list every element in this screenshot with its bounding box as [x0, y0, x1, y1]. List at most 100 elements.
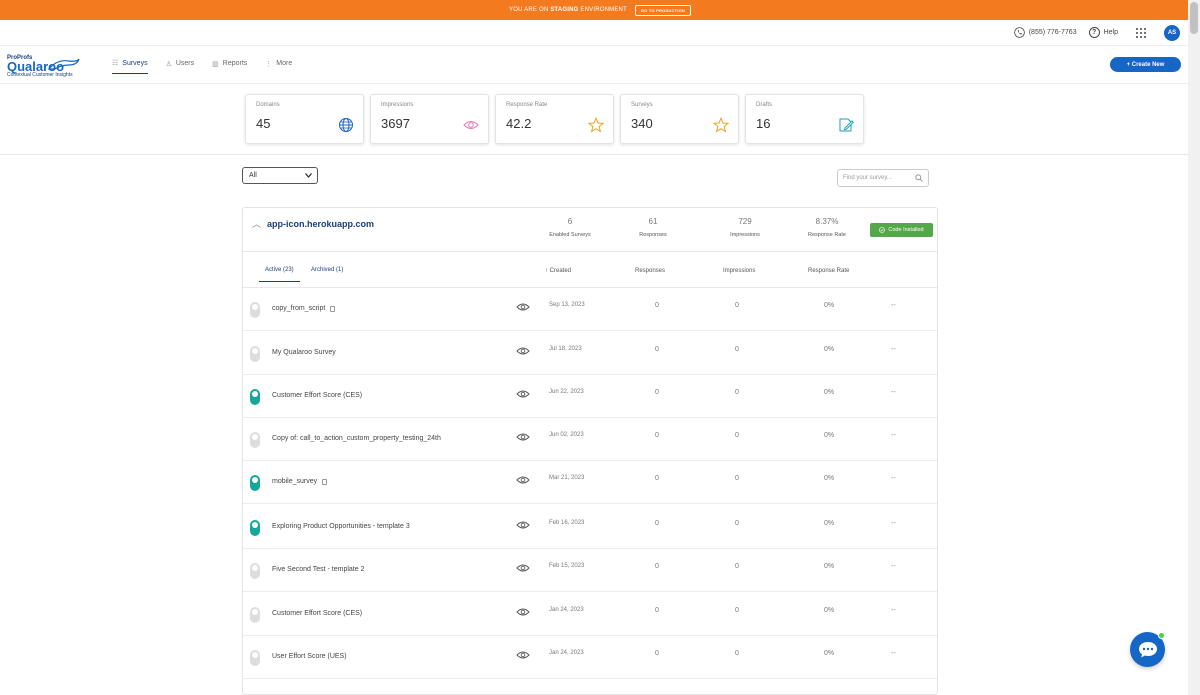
survey-name-link[interactable]: copy_from_script	[272, 305, 336, 312]
nav-reports-label: Reports	[222, 60, 248, 67]
stat-card-impressions[interactable]: Impressions 3697	[370, 94, 489, 144]
code-installed-label: Code Installed	[888, 227, 924, 233]
nav-users[interactable]: ♙ Users	[166, 59, 195, 74]
nav-surveys[interactable]: ☷ Surveys	[112, 59, 148, 74]
eye-icon[interactable]	[516, 607, 530, 617]
domain-responses: 61 Responses	[613, 217, 693, 238]
survey-extra-value: --	[891, 607, 896, 614]
survey-name-link[interactable]: Customer Effort Score (CES)	[272, 610, 362, 617]
table-row[interactable]: Copy of: call_to_action_custom_property_…	[243, 418, 937, 461]
nav-more[interactable]: ⋮ More	[265, 59, 292, 74]
copy-icon[interactable]	[322, 478, 328, 485]
stat-card-domains[interactable]: Domains 45	[245, 94, 364, 144]
impressions-count: 729	[738, 217, 752, 226]
survey-name-link[interactable]: Five Second Test - template 2	[272, 566, 364, 573]
eye-icon[interactable]	[516, 520, 530, 530]
page-scrollbar[interactable]	[1188, 0, 1200, 695]
chat-widget-button[interactable]	[1130, 632, 1165, 667]
go-to-production-button[interactable]: GO TO PRODUCTION	[634, 4, 691, 16]
responses-count: 61	[648, 217, 658, 226]
survey-name-link[interactable]: Customer Effort Score (CES)	[272, 392, 362, 399]
response-rate-value: 8.37%	[815, 217, 839, 226]
avatar[interactable]: AS	[1164, 24, 1180, 41]
survey-responses: 0	[655, 520, 659, 527]
eye-icon[interactable]	[516, 650, 530, 660]
code-installed-badge[interactable]: Code Installed	[870, 223, 933, 237]
stat-card-response-rate[interactable]: Response Rate 42.2	[495, 94, 614, 144]
logo[interactable]: ProProfs Qualaroo Contextual Customer In…	[7, 55, 87, 78]
survey-impressions: 0	[735, 432, 739, 439]
response-rate-label: Response Rate	[808, 232, 846, 238]
survey-extra-value: --	[891, 389, 896, 396]
table-row[interactable]: Customer Effort Score (CES) Jun 22, 2023 0…	[243, 375, 937, 418]
eye-icon[interactable]	[516, 432, 530, 442]
table-row[interactable]: User Effort Score (UES) Jan 24, 2023 0 0 0% -…	[243, 636, 937, 679]
survey-status-toggle[interactable]	[250, 389, 260, 405]
column-responses[interactable]: Responses	[635, 268, 665, 274]
star-icon	[588, 117, 604, 133]
chat-bubble-icon	[1138, 641, 1157, 657]
survey-filter-select[interactable]: All	[242, 167, 318, 184]
create-new-button[interactable]: + Create New	[1110, 57, 1181, 72]
nav-more-label: More	[276, 60, 293, 67]
phone-link[interactable]: (855) 776-7763	[1013, 27, 1077, 38]
scrollbar-thumb[interactable]	[1190, 2, 1198, 34]
table-row[interactable]: mobile_survey Mar 21, 2023 0 0 0% --	[243, 461, 937, 504]
survey-extra-value: --	[891, 650, 896, 657]
domain-toggle[interactable]: ︿ app-icon.herokuapp.com	[252, 217, 374, 230]
survey-status-toggle[interactable]	[250, 563, 260, 579]
survey-status-toggle[interactable]	[250, 520, 260, 536]
eye-icon[interactable]	[516, 346, 530, 356]
eye-icon[interactable]	[516, 475, 530, 485]
enabled-surveys-count: 6	[567, 217, 573, 226]
filter-value: All	[249, 172, 257, 179]
survey-response-rate: 0%	[823, 650, 835, 657]
nav-reports[interactable]: ▥ Reports	[212, 59, 247, 74]
survey-impressions: 0	[735, 302, 739, 309]
tab-active[interactable]: Active (23)	[259, 267, 300, 282]
table-row[interactable]: My Qualaroo Survey Jul 18, 2023 0 0 0% --	[243, 332, 937, 375]
apps-grid-icon[interactable]	[1136, 27, 1146, 38]
survey-created-date: Jun 02, 2023	[549, 432, 584, 438]
survey-status-toggle[interactable]	[250, 475, 260, 491]
column-impressions[interactable]: Impressions	[723, 268, 755, 274]
table-row[interactable]: Exploring Product Opportunities - templa…	[243, 506, 937, 549]
check-circle-icon	[879, 227, 886, 233]
tab-archived[interactable]: Archived (1)	[311, 267, 343, 273]
domain-panel: ︿ app-icon.herokuapp.com 6 Enabled Surve…	[242, 207, 938, 695]
column-created[interactable]: ↑ Created	[545, 268, 571, 274]
table-row[interactable]: Five Second Test - template 2 Feb 15, 202…	[243, 549, 937, 592]
column-response-rate[interactable]: Response Rate	[808, 268, 849, 274]
survey-response-rate: 0%	[823, 432, 835, 439]
survey-status-toggle[interactable]	[250, 302, 260, 318]
survey-name-link[interactable]: My Qualaroo Survey	[272, 349, 336, 356]
domain-enabled-surveys: 6 Enabled Surveys	[530, 217, 610, 238]
stat-card-drafts[interactable]: Drafts 16	[745, 94, 864, 144]
survey-search-input[interactable]: Find your survey...	[837, 169, 929, 187]
survey-created-date: Jun 22, 2023	[549, 389, 584, 395]
table-row[interactable]: Customer Effort Score (CES) Jan 24, 2023 0…	[243, 593, 937, 636]
survey-status-toggle[interactable]	[250, 607, 260, 623]
eye-icon[interactable]	[516, 302, 530, 312]
table-row[interactable]: copy_from_script Sep 13, 2023 0 0 0% --	[243, 288, 937, 331]
survey-status-toggle[interactable]	[250, 346, 260, 362]
survey-extra-value: --	[891, 432, 896, 439]
survey-impressions: 0	[735, 389, 739, 396]
main-nav: ProProfs Qualaroo Contextual Customer In…	[0, 47, 1188, 84]
stat-card-surveys[interactable]: Surveys 340	[620, 94, 739, 144]
survey-status-toggle[interactable]	[250, 650, 260, 666]
responses-label: Responses	[639, 232, 667, 238]
survey-name-link[interactable]: User Effort Score (UES)	[272, 653, 347, 660]
survey-status-toggle[interactable]	[250, 432, 260, 448]
user-icon: ♙	[165, 60, 172, 68]
survey-name-link[interactable]: mobile_survey	[272, 478, 328, 485]
survey-name-link[interactable]: Exploring Product Opportunities - templa…	[272, 523, 410, 530]
eye-icon[interactable]	[516, 389, 530, 399]
eye-icon[interactable]	[516, 563, 530, 573]
survey-created-date: Feb 15, 2023	[549, 563, 585, 569]
help-link[interactable]: ? Help	[1088, 27, 1118, 38]
survey-name-link[interactable]: Copy of: call_to_action_custom_property_…	[272, 435, 441, 442]
eye-icon	[463, 121, 479, 129]
survey-impressions: 0	[735, 607, 739, 614]
copy-icon[interactable]	[330, 305, 336, 312]
